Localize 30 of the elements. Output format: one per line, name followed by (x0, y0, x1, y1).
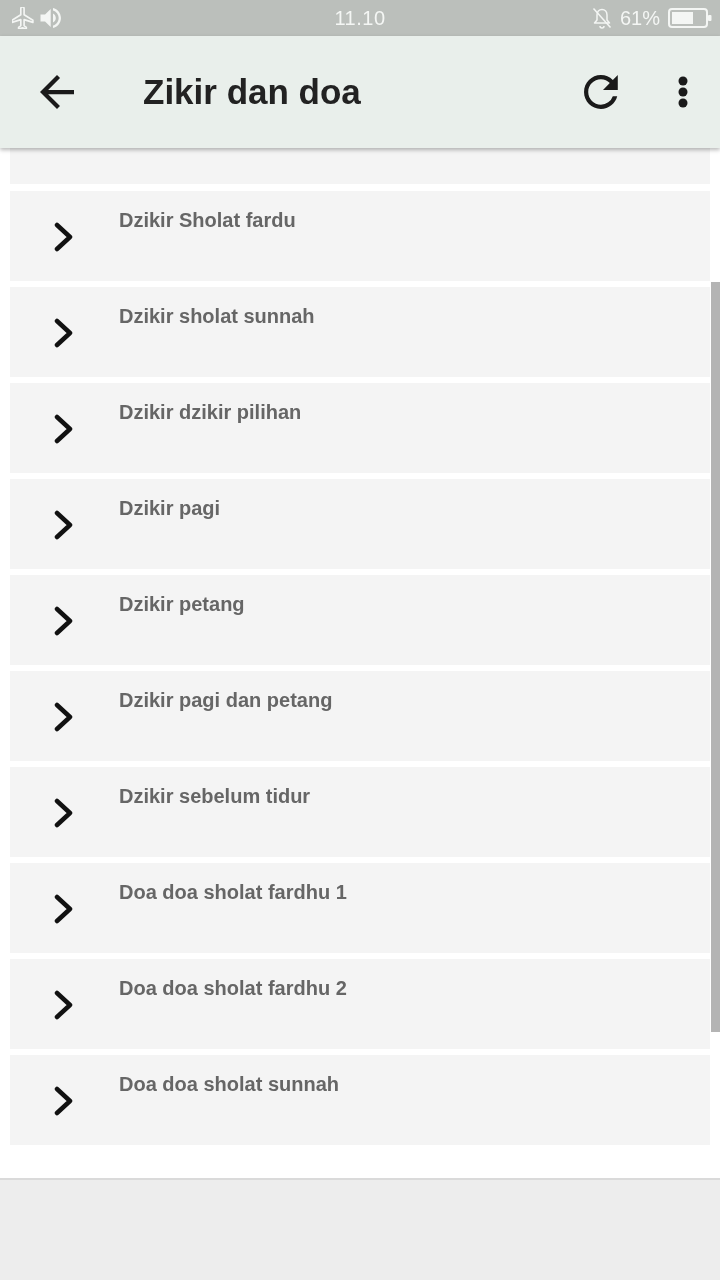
screen-title: Zikir dan doa (143, 72, 362, 112)
list-item[interactable]: Dzikir pagi (10, 479, 710, 569)
list-item[interactable]: Doa doa sholat fardhu 2 (10, 959, 710, 1049)
more-options-icon (678, 76, 688, 108)
chevron-right-icon (54, 606, 74, 636)
chevron-right-icon (54, 1086, 74, 1116)
airplane-icon (12, 7, 34, 29)
list-item[interactable]: Doa doa sholat fardhu 1 (10, 863, 710, 953)
bell-off-icon (591, 7, 612, 29)
clock-time: 11.10 (334, 6, 386, 30)
speaker-icon (40, 8, 62, 28)
chevron-right-icon (54, 798, 74, 828)
back-arrow-icon (40, 75, 74, 109)
list-item[interactable]: Dzikir pagi dan petang (10, 671, 710, 761)
chevron-right-icon (54, 222, 74, 252)
list-item[interactable]: Dzikir petang (10, 575, 710, 665)
chevron-right-icon (54, 894, 74, 924)
chevron-right-icon (54, 318, 74, 348)
battery-icon (668, 8, 712, 28)
battery-percentage: 61% (619, 6, 660, 30)
chevron-right-icon (54, 414, 74, 444)
list-item[interactable]: Dzikir sebelum tidur (10, 767, 710, 857)
list-item[interactable]: Dzikir sholat sunnah (10, 287, 710, 377)
list-item[interactable]: Dzikir Sholat fardu (10, 191, 710, 281)
chevron-right-icon (54, 990, 74, 1020)
list-item[interactable]: Doa doa sholat sunnah (10, 1055, 710, 1145)
chevron-right-icon (54, 510, 74, 540)
list-item[interactable]: Dzikir dzikir pilihan (10, 383, 710, 473)
refresh-icon (584, 75, 618, 109)
chevron-right-icon (54, 702, 74, 732)
